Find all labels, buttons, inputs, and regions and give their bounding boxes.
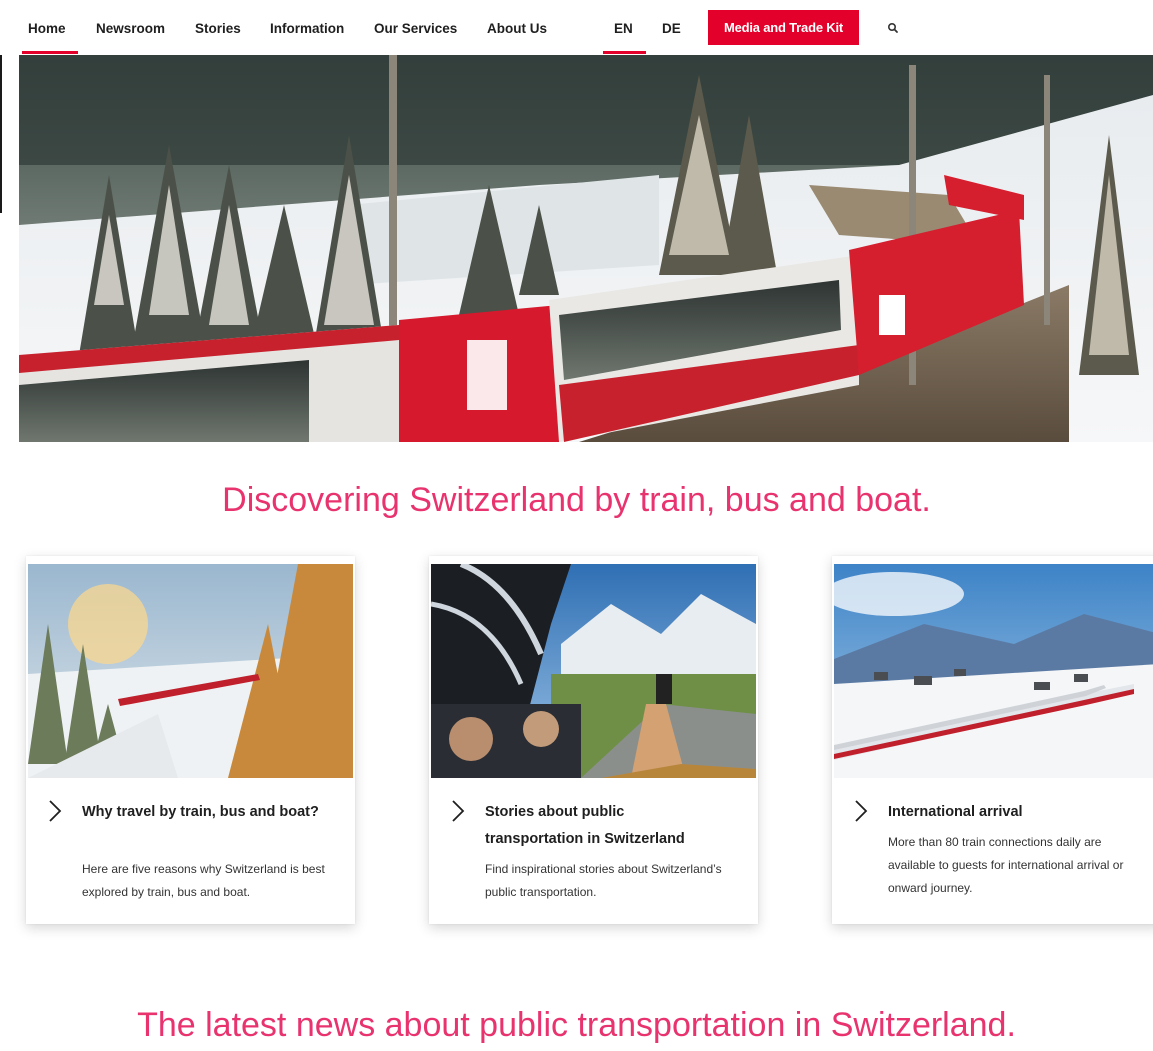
nav-home[interactable]: Home xyxy=(22,0,77,55)
card-description: Find inspirational stories about Switzer… xyxy=(485,862,722,899)
card-title: International arrival xyxy=(888,804,1023,820)
card-image-winter-train xyxy=(28,564,353,778)
chevron-right-icon xyxy=(48,799,62,823)
card-image-panoramic-passengers xyxy=(431,564,756,778)
language-en[interactable]: EN xyxy=(603,0,646,55)
top-navigation: Home Newsroom Stories Information Our Se… xyxy=(0,0,1153,55)
hero-image xyxy=(19,55,1153,442)
language-de[interactable]: DE xyxy=(662,0,681,55)
nav-newsroom[interactable]: Newsroom xyxy=(96,0,165,55)
section-heading-latest-news: The latest news about public transportat… xyxy=(137,1006,1016,1044)
card-description: Here are five reasons why Switzerland is… xyxy=(82,862,325,899)
nav-stories[interactable]: Stories xyxy=(195,0,241,55)
nav-our-services[interactable]: Our Services xyxy=(374,0,457,55)
card-why-travel[interactable]: Why travel by train, bus and boat? Here … xyxy=(26,556,355,924)
nav-information[interactable]: Information xyxy=(270,0,344,55)
nav-about-us[interactable]: About Us xyxy=(487,0,547,55)
chevron-right-icon xyxy=(451,799,465,823)
search-icon[interactable] xyxy=(884,19,902,37)
card-image-high-speed-train xyxy=(834,564,1153,778)
section-heading-discover: Discovering Switzerland by train, bus an… xyxy=(222,481,931,519)
card-stories[interactable]: Stories about public transportation in S… xyxy=(429,556,758,924)
chevron-right-icon xyxy=(854,799,868,823)
card-title: Stories about public transportation in S… xyxy=(485,804,685,847)
media-and-trade-kit-button[interactable]: Media and Trade Kit xyxy=(708,10,859,45)
card-description: More than 80 train connections daily are… xyxy=(888,835,1124,895)
card-international-arrival[interactable]: International arrival More than 80 train… xyxy=(832,556,1153,924)
card-title: Why travel by train, bus and boat? xyxy=(82,804,319,820)
